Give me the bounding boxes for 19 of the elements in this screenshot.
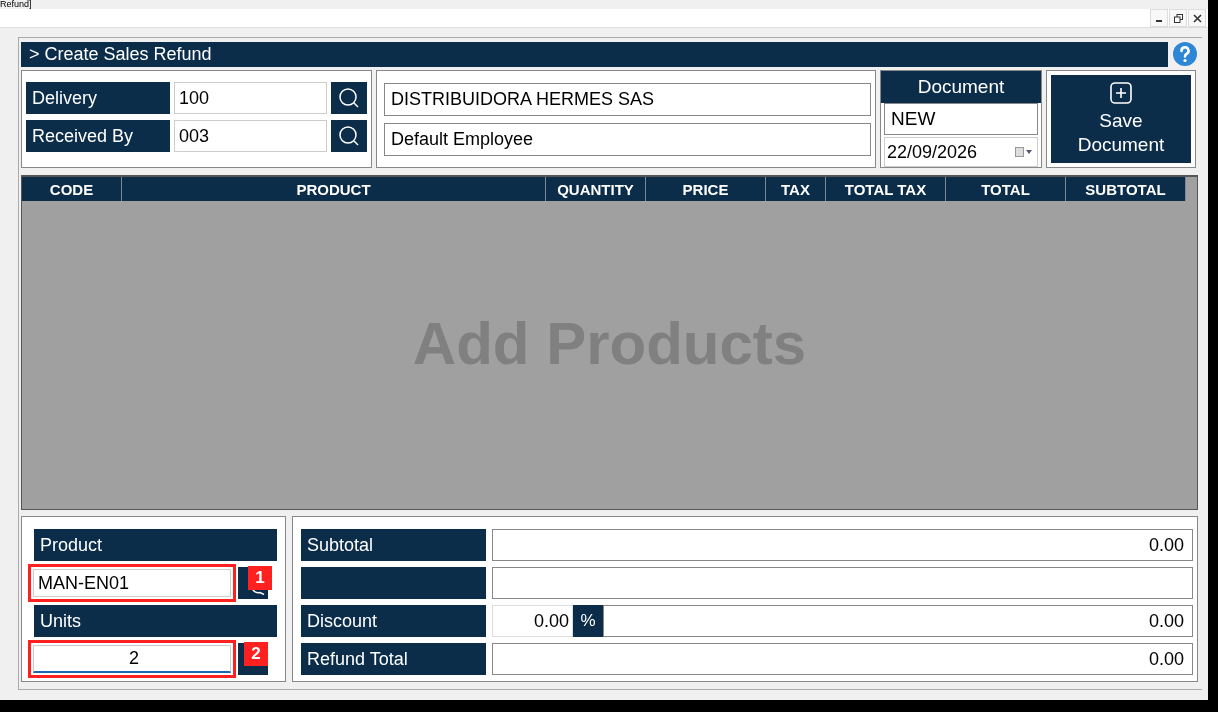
field-label: Received By bbox=[26, 120, 170, 152]
document-label: Document bbox=[881, 71, 1041, 103]
field-label: Refund Total bbox=[301, 643, 486, 675]
field-label: Units bbox=[34, 605, 277, 637]
callout-tooltip: 1 bbox=[248, 566, 272, 590]
percent-label: % bbox=[573, 605, 603, 637]
amount-field: 0.00 bbox=[492, 529, 1193, 561]
name-field: Default Employee bbox=[384, 123, 871, 156]
field-label: Delivery bbox=[26, 82, 170, 114]
field-label: Discount bbox=[301, 605, 486, 637]
page-header: > Create Sales Refund bbox=[21, 41, 1168, 67]
field-label: Subtotal bbox=[301, 529, 486, 561]
callout-tooltip: 2 bbox=[244, 642, 268, 666]
field-label: Product bbox=[34, 529, 277, 561]
amount-field: 0.00 bbox=[492, 643, 1193, 675]
window-title: Refund] bbox=[0, 0, 32, 9]
name-field: DISTRIBUIDORA HERMES SAS bbox=[384, 83, 871, 116]
document-number-field: NEW bbox=[884, 103, 1038, 135]
amount-field: 0.00 bbox=[603, 605, 1193, 637]
